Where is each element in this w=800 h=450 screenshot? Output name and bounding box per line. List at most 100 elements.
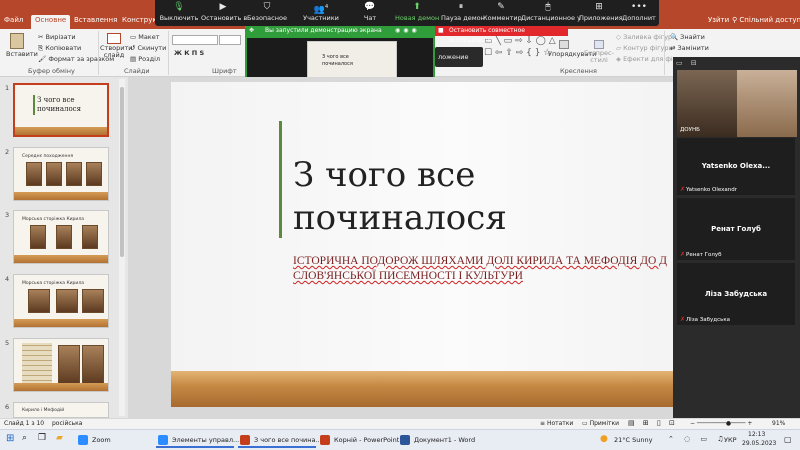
participants-button[interactable]: 👥4 Участники xyxy=(301,0,341,26)
slide-thumbnail-3[interactable]: Морська сторіжка Кирила xyxy=(13,210,109,264)
language-indicator[interactable]: російська xyxy=(52,420,82,427)
slide-number: 2 xyxy=(5,148,10,156)
security-button[interactable]: ⛉ Безопасное xyxy=(247,0,287,26)
pin-icon[interactable]: ✥ xyxy=(249,26,254,36)
slide-editor[interactable]: З чого все починалося Історична подорож … xyxy=(171,82,746,407)
taskbar-word[interactable]: Документ1 - Word xyxy=(398,432,476,448)
video-tile-1[interactable]: ДОУНБ xyxy=(676,69,797,137)
slide-title[interactable]: З чого все починалося xyxy=(293,154,593,240)
sun-icon: ● xyxy=(600,434,608,444)
quick-styles-button[interactable]: Експрес-стилі xyxy=(583,40,615,66)
mouse-icon: 🖱 xyxy=(545,2,551,12)
powerpoint-icon xyxy=(320,435,330,445)
cut-button[interactable]: ✂ Вирізати xyxy=(38,33,76,41)
participant-video xyxy=(737,70,797,137)
zoom-level[interactable]: 91% xyxy=(772,420,785,427)
font-group-label: Шрифт xyxy=(212,67,237,75)
accent-bar xyxy=(279,121,282,238)
pencil-icon: ✎ xyxy=(497,2,505,12)
stop-icon: ■ xyxy=(438,27,444,34)
share-controls-icon[interactable]: ◉◉◉ xyxy=(395,26,420,36)
tab-file[interactable]: Файл xyxy=(4,16,23,24)
shape-fill-button[interactable]: ◇ Заливка фігури xyxy=(616,33,676,41)
reset-button[interactable]: ↺ Скинути xyxy=(130,44,166,52)
zoom-app-icon xyxy=(158,435,168,445)
clock-date[interactable]: 29.05.2023 xyxy=(742,440,776,447)
gallery-controls[interactable]: ▭ ⊟ xyxy=(676,59,796,69)
section-button[interactable]: ▤ Розділ xyxy=(130,55,160,63)
slide-thumbnail-6[interactable]: Кирило і Мефодій xyxy=(13,402,109,418)
tab-home[interactable]: Основне xyxy=(31,15,71,29)
windows-taskbar: ⊞ ⌕ ❐ ▰ Zoom Элементы управл... З чого в… xyxy=(0,429,800,450)
comments-button[interactable]: ▭ Примітки xyxy=(582,420,619,427)
pause-share-button[interactable]: ⏸ Пауза демон xyxy=(441,0,485,26)
find-button[interactable]: 🔍 Знайти xyxy=(670,33,705,41)
clock-time[interactable]: 12:13 xyxy=(748,431,765,438)
layout-button[interactable]: ▭ Макет xyxy=(130,33,160,41)
thumbnails-scrollbar[interactable] xyxy=(119,79,125,416)
thumb-title: З чого все починалося xyxy=(37,96,82,113)
keyboard-language[interactable]: УКР xyxy=(724,436,737,444)
stop-share-button[interactable]: ■ Остановить совместное использование xyxy=(435,26,568,44)
tab-find[interactable]: Узйти xyxy=(708,16,729,24)
task-view-icon[interactable]: ❐ xyxy=(38,433,46,443)
remote-control-button[interactable]: 🖱 Дистанционное у xyxy=(521,0,581,26)
styles-icon xyxy=(594,40,604,49)
video-tile-2[interactable]: Yatsenko Olexa... ✗Yatsenko Olexandr xyxy=(676,137,796,196)
video-tile-3[interactable]: Ренат Голуб ✗Ренат Голуб xyxy=(676,197,796,261)
stop-video-button[interactable]: ▶ Остановить в xyxy=(201,0,247,26)
slide-number: 1 xyxy=(5,84,10,92)
notifications-icon[interactable]: ▢ xyxy=(784,435,792,444)
taskbar-powerpoint-2[interactable]: Корній - PowerPoint xyxy=(318,432,399,448)
notes-button[interactable]: ≡ Нотатки xyxy=(540,420,573,427)
scrollbar-thumb[interactable] xyxy=(120,87,124,257)
apps-icon: ⊞ xyxy=(595,2,603,12)
replace-button[interactable]: ⇄ Замінити xyxy=(670,44,709,52)
share-screen-icon: ⬆ xyxy=(413,2,421,12)
weather-text[interactable]: 21°C Sunny xyxy=(614,436,652,444)
mute-button[interactable]: 🎙 Выключить xyxy=(159,0,199,26)
slide-number: 4 xyxy=(5,275,10,283)
share-preview-title: З чого все починалося xyxy=(322,54,353,67)
taskbar-zoom[interactable]: Zoom xyxy=(76,432,148,448)
slide-thumbnail-2[interactable]: Середнє походження xyxy=(13,147,109,201)
microphone-icon: 🎙 xyxy=(173,2,185,12)
new-share-button[interactable]: ⬆ Новая демон xyxy=(395,0,439,26)
wood-floor xyxy=(171,371,746,407)
pause-icon: ⏸ xyxy=(458,2,464,12)
slide-thumbnail-4[interactable]: Морська сторіжка Кирила xyxy=(13,274,109,328)
taskbar-powerpoint-1[interactable]: З чого все почина... xyxy=(238,432,322,448)
zoom-video-gallery: ▭ ⊟ ДОУНБ Yatsenko Olexa... ✗Yatsenko Ol… xyxy=(673,57,800,429)
shapes-gallery-row2[interactable]: ☐ ⇦ ⇧ ⇨ { } ☆ xyxy=(484,48,551,58)
bold-button[interactable]: Ж К П S xyxy=(174,49,204,57)
font-size-select[interactable] xyxy=(219,35,241,45)
search-icon[interactable]: ⌕ xyxy=(22,433,27,443)
taskbar-zoom-controls[interactable]: Элементы управл... xyxy=(156,432,239,448)
apps-button[interactable]: ⊞ Приложения xyxy=(579,0,623,26)
more-button[interactable]: ••• Дополнит xyxy=(621,0,657,26)
mic-muted-icon: ✗ xyxy=(680,251,686,258)
font-name-select[interactable] xyxy=(172,35,218,45)
zoom-meeting-toolbar: 🎙 Выключить ▶ Остановить в ⛉ Безопасное 👥4 У… xyxy=(155,0,659,26)
thumb-title: Морська сторіжка Кирила xyxy=(22,281,84,286)
slide-thumbnail-5[interactable] xyxy=(13,338,109,392)
tab-insert[interactable]: Вставлення xyxy=(74,16,117,24)
chat-button[interactable]: 💬 Чат xyxy=(355,0,385,26)
zoom-slider[interactable]: − ────────●──── + xyxy=(690,420,752,427)
view-buttons[interactable]: ▤ ⊞ ▯ ⊡ xyxy=(628,419,678,427)
clipboard-group-label: Буфер обміну xyxy=(28,67,75,75)
file-explorer-icon[interactable]: ▰ xyxy=(56,433,63,443)
video-tile-4[interactable]: Ліза Забудська ✗Ліза Забудська xyxy=(676,262,796,326)
windows-start-icon[interactable]: ⊞ xyxy=(6,433,14,444)
participants-icon: 👥4 xyxy=(313,4,329,15)
paste-button[interactable]: Вставити xyxy=(6,33,38,61)
copy-button[interactable]: ⎘ Копіювати xyxy=(38,44,81,53)
share-button[interactable]: ⚲ Спільний доступ xyxy=(732,16,800,24)
new-slide-button[interactable]: Створити слайд xyxy=(100,33,133,67)
arrange-button[interactable]: Упорядкувати xyxy=(548,40,596,66)
annotate-button[interactable]: ✎ Комментир xyxy=(483,0,522,26)
slide-thumbnail-1[interactable]: З чого все починалося xyxy=(13,83,109,137)
slides-group-label: Слайди xyxy=(124,67,150,75)
tray-icons[interactable]: ⌃ ◌ ▭ ♫ xyxy=(668,435,728,443)
slide-icon xyxy=(107,33,121,44)
